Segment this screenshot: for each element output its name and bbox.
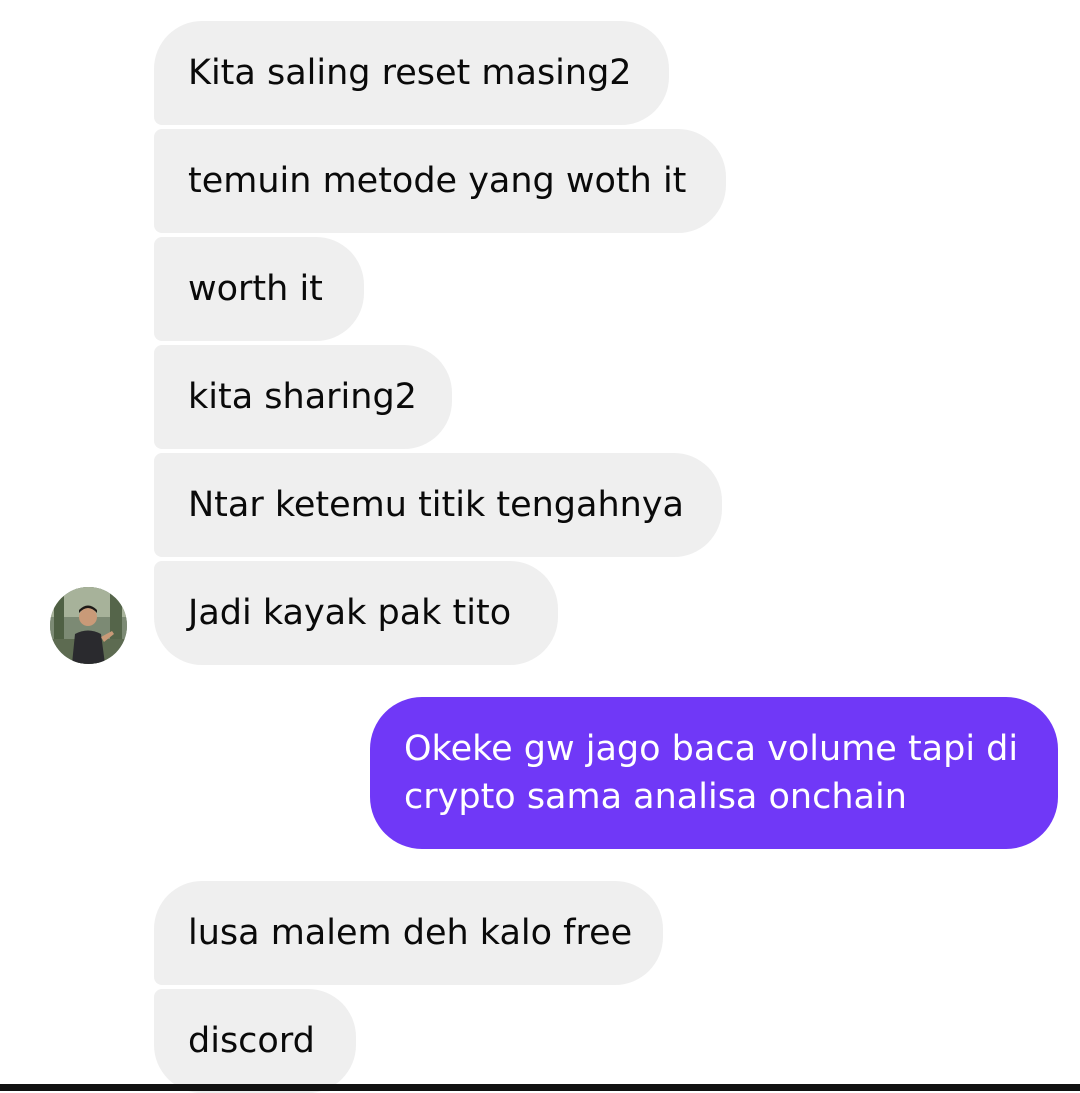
message-text: Jadi kayak pak tito xyxy=(188,593,512,633)
message-bubble-incoming[interactable]: Jadi kayak pak tito xyxy=(154,561,558,665)
avatar-photo-icon xyxy=(50,587,127,664)
message-bubble-incoming[interactable]: Ntar ketemu titik tengahnya xyxy=(154,453,722,557)
message-bubble-incoming[interactable]: kita sharing2 xyxy=(154,345,452,449)
message-text: discord xyxy=(188,1021,315,1061)
message-text: temuin metode yang woth it xyxy=(188,161,687,201)
message-bubble-incoming[interactable]: lusa malem deh kalo free xyxy=(154,881,663,985)
message-bubble-incoming[interactable]: Kita saling reset masing2 xyxy=(154,21,669,125)
message-bubble-outgoing[interactable]: Okeke gw jago baca volume tapi di crypto… xyxy=(370,697,1058,849)
message-text: worth it xyxy=(188,269,323,309)
message-text: lusa malem deh kalo free xyxy=(188,913,633,953)
sender-avatar[interactable] xyxy=(50,587,127,664)
message-text: Ntar ketemu titik tengahnya xyxy=(188,485,684,525)
message-text: Okeke gw jago baca volume tapi di crypto… xyxy=(404,729,1019,817)
bottom-divider xyxy=(0,1084,1080,1091)
message-text: kita sharing2 xyxy=(188,377,417,417)
message-thread[interactable]: Kita saling reset masing2 temuin metode … xyxy=(0,0,1080,1093)
message-text: Kita saling reset masing2 xyxy=(188,53,632,93)
message-bubble-incoming[interactable]: worth it xyxy=(154,237,364,341)
message-bubble-incoming[interactable]: discord xyxy=(154,989,356,1093)
message-bubble-incoming[interactable]: temuin metode yang woth it xyxy=(154,129,726,233)
